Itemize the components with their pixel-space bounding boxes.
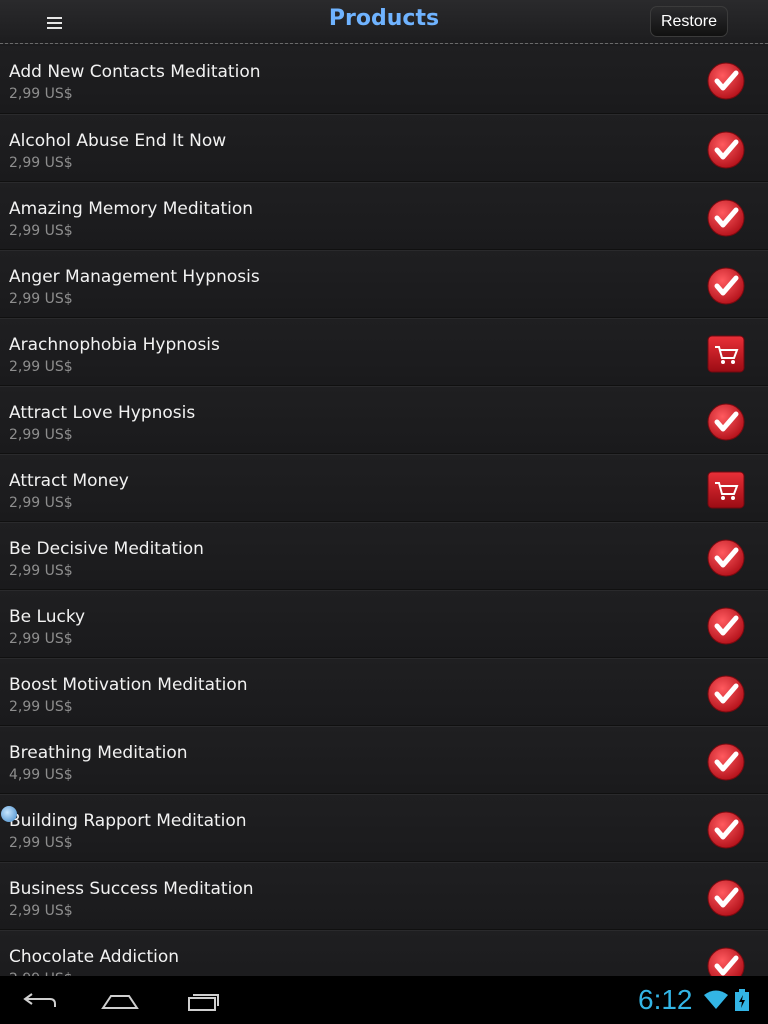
purchased-check-icon[interactable]	[707, 811, 745, 849]
purchased-check-icon[interactable]	[707, 403, 745, 441]
product-price: 2,99 US$	[9, 631, 73, 647]
product-price: 2,99 US$	[9, 427, 73, 443]
product-row[interactable]: Be Lucky 2,99 US$	[0, 590, 768, 658]
globe-icon	[1, 806, 17, 822]
product-name: Amazing Memory Meditation	[9, 199, 254, 219]
product-price: 4,99 US$	[9, 767, 73, 783]
product-price: 2,99 US$	[9, 291, 73, 307]
product-price: 2,99 US$	[9, 495, 73, 511]
product-row[interactable]: Amazing Memory Meditation 2,99 US$	[0, 182, 768, 250]
product-row[interactable]: Add New Contacts Meditation 2,99 US$	[0, 46, 768, 114]
recent-apps-icon[interactable]	[181, 988, 221, 1012]
shopping-cart-icon[interactable]	[707, 335, 745, 373]
product-name: Be Lucky	[9, 607, 86, 627]
battery-icon	[735, 989, 749, 1011]
product-price: 2,99 US$	[9, 223, 73, 239]
purchased-check-icon[interactable]	[707, 743, 745, 781]
purchased-check-icon[interactable]	[707, 199, 745, 237]
product-name: Be Decisive Meditation	[9, 539, 204, 559]
purchased-check-icon[interactable]	[707, 947, 745, 976]
product-name: Alcohol Abuse End It Now	[9, 131, 227, 151]
back-icon[interactable]	[20, 988, 60, 1012]
app: Products Restore UpdateStar.com Add New …	[0, 0, 768, 1024]
product-name: Breathing Meditation	[9, 743, 188, 763]
purchased-check-icon[interactable]	[707, 607, 745, 645]
product-row[interactable]: Arachnophobia Hypnosis 2,99 US$	[0, 318, 768, 386]
product-name: Business Success Meditation	[9, 879, 254, 899]
purchased-check-icon[interactable]	[707, 62, 745, 100]
purchased-check-icon[interactable]	[707, 267, 745, 305]
product-name: Add New Contacts Meditation	[9, 62, 261, 82]
clock: 6:12	[638, 984, 693, 1015]
purchased-check-icon[interactable]	[707, 879, 745, 917]
product-row[interactable]: Breathing Meditation 4,99 US$	[0, 726, 768, 794]
product-row[interactable]: Anger Management Hypnosis 2,99 US$	[0, 250, 768, 318]
product-name: Building Rapport Meditation	[9, 811, 247, 831]
header-bar: Products Restore	[0, 0, 768, 44]
product-row[interactable]: Attract Money 2,99 US$	[0, 454, 768, 522]
product-name: Anger Management Hypnosis	[9, 267, 260, 287]
product-name: Arachnophobia Hypnosis	[9, 335, 220, 355]
product-price: 2,99 US$	[9, 563, 73, 579]
product-price: 2,99 US$	[9, 359, 73, 375]
product-name: Attract Love Hypnosis	[9, 403, 196, 423]
product-row[interactable]: Building Rapport Meditation 2,99 US$	[0, 794, 768, 862]
shopping-cart-icon[interactable]	[707, 471, 745, 509]
product-price: 2,99 US$	[9, 699, 73, 715]
product-price: 2,99 US$	[9, 86, 73, 102]
product-row[interactable]: Attract Love Hypnosis 2,99 US$	[0, 386, 768, 454]
wifi-icon	[704, 990, 728, 1010]
product-row[interactable]: Boost Motivation Meditation 2,99 US$	[0, 658, 768, 726]
product-list: UpdateStar.com Add New Contacts Meditati…	[0, 46, 768, 976]
product-row[interactable]: Business Success Meditation 2,99 US$	[0, 862, 768, 930]
purchased-check-icon[interactable]	[707, 675, 745, 713]
product-name: Chocolate Addiction	[9, 947, 180, 967]
purchased-check-icon[interactable]	[707, 131, 745, 169]
product-price: 2,99 US$	[9, 155, 73, 171]
product-price: 2,99 US$	[9, 903, 73, 919]
product-name: Attract Money	[9, 471, 129, 491]
system-navigation-bar: 6:12	[0, 976, 768, 1024]
product-price: 2,99 US$	[9, 835, 73, 851]
product-name: Boost Motivation Meditation	[9, 675, 248, 695]
purchased-check-icon[interactable]	[707, 539, 745, 577]
product-row[interactable]: Alcohol Abuse End It Now 2,99 US$	[0, 114, 768, 182]
restore-button[interactable]: Restore	[649, 6, 728, 37]
product-row[interactable]: Be Decisive Meditation 2,99 US$	[0, 522, 768, 590]
product-row[interactable]: Chocolate Addiction2,99 US$	[0, 930, 768, 976]
home-icon[interactable]	[100, 988, 140, 1012]
